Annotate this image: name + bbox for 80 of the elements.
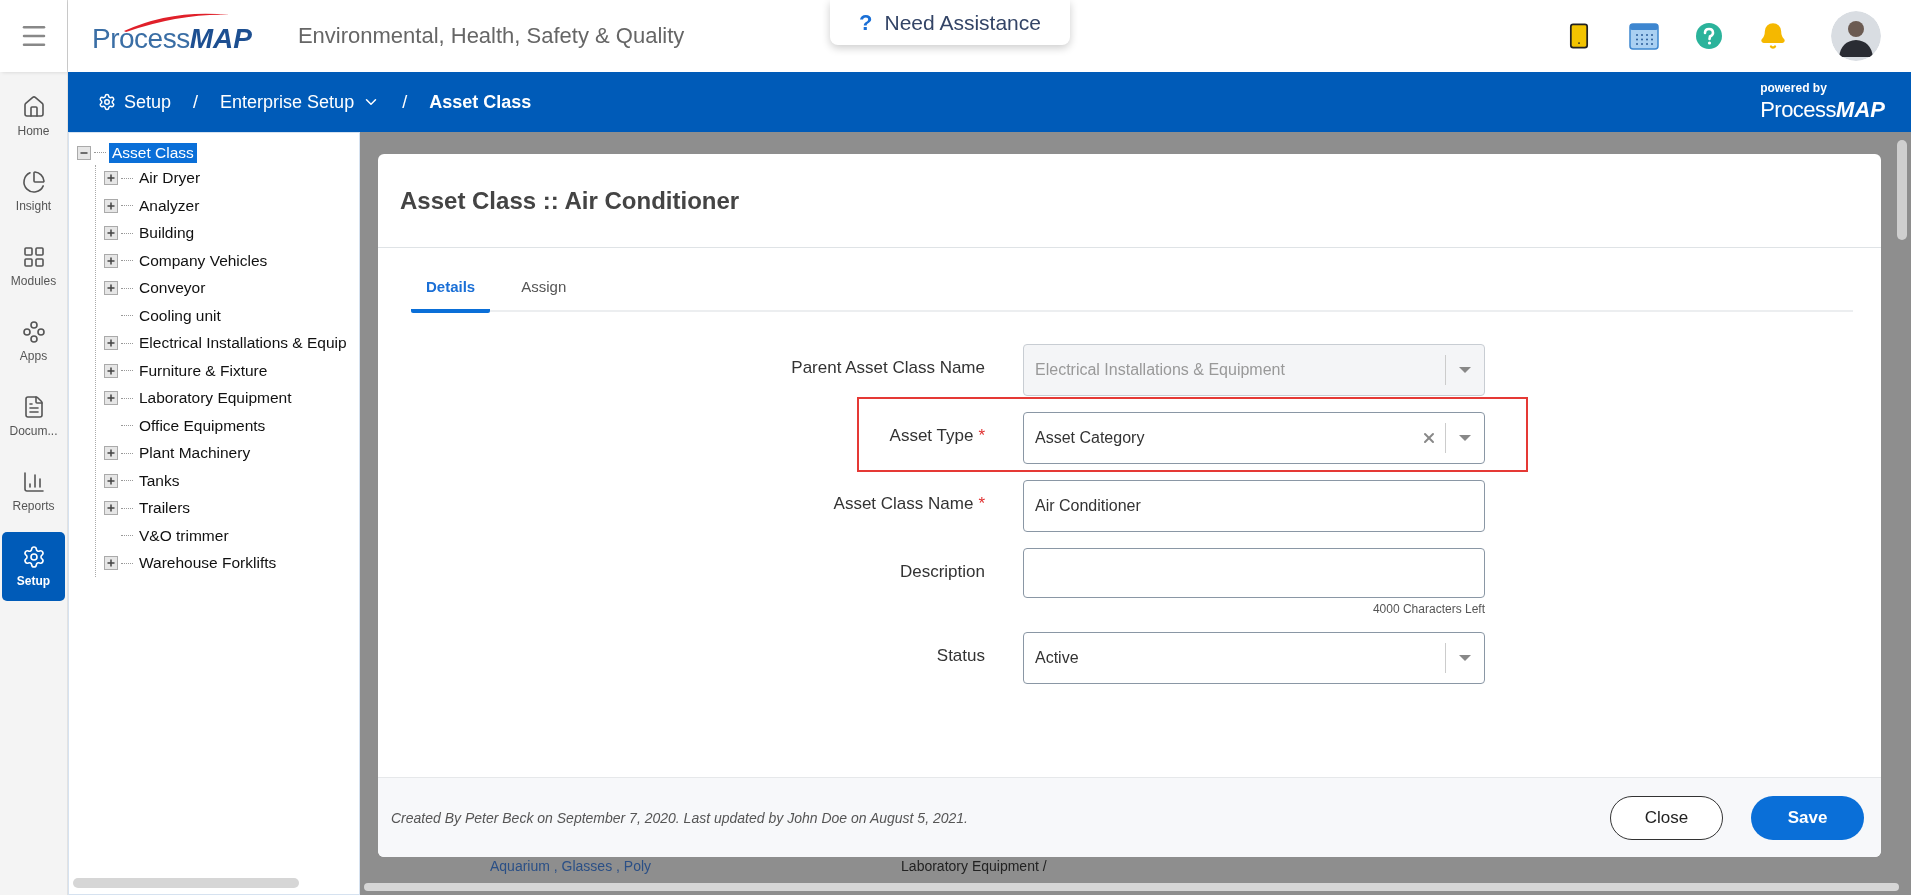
bar-chart-icon (21, 470, 46, 494)
field-label: Parent Asset Class Name (791, 358, 985, 379)
calendar-icon[interactable] (1629, 22, 1659, 50)
app-subtitle: Environmental, Health, Safety & Quality (297, 23, 685, 49)
table-cell: Laboratory Equipment / (901, 857, 1047, 876)
modal-title: Asset Class :: Air Conditioner (400, 186, 740, 215)
powered-by-text: powered by (1760, 81, 1827, 95)
breadcrumb-separator: / (402, 91, 408, 113)
grid-icon (21, 245, 46, 269)
scrollbar[interactable] (1897, 140, 1907, 240)
settings-icon (21, 545, 46, 569)
required-mark: * (978, 494, 985, 515)
plus-box-icon[interactable] (104, 391, 118, 406)
tree-item[interactable]: Cooling unit (136, 305, 224, 326)
breadcrumb-item: Asset Class (429, 91, 532, 113)
tree-item[interactable]: Warehouse Forklifts (136, 553, 280, 574)
character-count: 4000 Characters Left (1372, 602, 1485, 616)
tree-item[interactable]: Asset Class (109, 142, 197, 163)
nav-item[interactable]: Docum... (2, 382, 65, 451)
tree-item[interactable]: Office Equipments (136, 415, 269, 436)
plus-box-icon[interactable] (104, 446, 118, 461)
select-field[interactable]: Asset Category (1023, 412, 1485, 464)
input-field[interactable]: Air Conditioner (1023, 480, 1485, 532)
textarea-field[interactable] (1023, 548, 1485, 598)
plus-box-icon[interactable] (104, 198, 118, 213)
tab[interactable]: Details (411, 266, 491, 313)
tree-item[interactable]: Company Vehicles (136, 250, 271, 271)
need-assistance-button[interactable]: ? Need Assistance (830, 0, 1070, 45)
tree-item[interactable]: Furniture & Fixture (136, 360, 271, 381)
table-cell: Aquarium , Glasses , Poly (490, 857, 652, 876)
tree-item[interactable]: Tanks (136, 470, 183, 491)
plus-box-icon[interactable] (104, 281, 118, 296)
nav-item[interactable]: Setup (2, 532, 65, 601)
avatar[interactable] (1831, 11, 1881, 61)
field-label: Asset Class Name (833, 494, 974, 515)
plus-box-icon[interactable] (104, 473, 118, 488)
plus-box-icon[interactable] (104, 336, 118, 351)
plus-box-icon[interactable] (104, 556, 118, 571)
settings-icon (98, 93, 116, 111)
plus-box-icon[interactable] (104, 171, 118, 186)
required-mark: * (978, 426, 985, 447)
field-label: Asset Type (889, 426, 974, 447)
tree-item[interactable]: Electrical Installations & Equip (136, 333, 350, 354)
clear-icon[interactable] (1421, 430, 1437, 446)
tree-item[interactable]: Plant Machinery (136, 443, 254, 464)
field-label: Description (899, 562, 985, 583)
scrollbar[interactable] (364, 883, 1899, 891)
brand-logo: ProcessMAP (1760, 96, 1885, 123)
breadcrumb-separator: / (193, 91, 199, 113)
tree-item[interactable]: Laboratory Equipment (136, 388, 295, 409)
home-icon (21, 95, 46, 119)
pie-chart-icon (21, 170, 46, 194)
audit-note: Created By Peter Beck on September 7, 2020. Last updated by John Doe on August 5, 2021. (391, 809, 968, 826)
logo: ProcessMAP (92, 17, 252, 55)
nav-item[interactable]: Modules (2, 232, 65, 301)
tree-item[interactable]: Building (136, 223, 198, 244)
apps-icon (21, 320, 46, 344)
scrollbar[interactable] (73, 878, 299, 888)
tree-item[interactable]: Trailers (136, 498, 194, 519)
select-field[interactable]: Active (1023, 632, 1485, 684)
tree-item[interactable]: V&O trimmer (136, 525, 232, 546)
save-button[interactable]: Save (1751, 795, 1864, 840)
nav-item[interactable]: Insight (2, 157, 65, 226)
minus-box-icon[interactable] (77, 145, 91, 160)
plus-box-icon[interactable] (104, 363, 118, 378)
tab[interactable]: Assign (506, 266, 582, 313)
plus-box-icon[interactable] (104, 501, 118, 516)
nav-item[interactable]: Apps (2, 307, 65, 376)
field-label: Status (936, 646, 985, 667)
nav-item[interactable]: Reports (2, 457, 65, 526)
close-button[interactable]: Close (1610, 795, 1723, 840)
breadcrumb-item[interactable]: Setup (98, 91, 172, 113)
breadcrumb-item[interactable]: Enterprise Setup (220, 91, 381, 113)
plus-box-icon[interactable] (104, 226, 118, 241)
help-icon[interactable] (1695, 22, 1723, 50)
tree-item[interactable]: Analyzer (136, 195, 203, 216)
plus-box-icon[interactable] (104, 253, 118, 268)
tree-item[interactable]: Air Dryer (136, 168, 204, 189)
tree-item[interactable]: Conveyor (136, 278, 209, 299)
nav-item[interactable]: Home (2, 82, 65, 151)
